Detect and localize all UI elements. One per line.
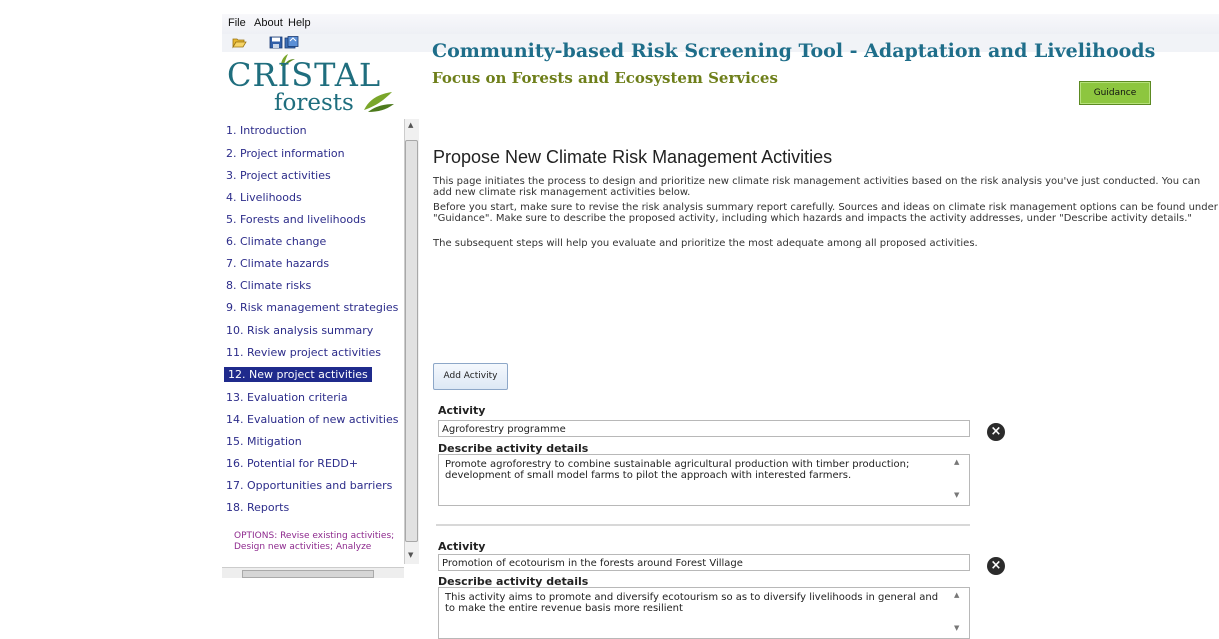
menu-help[interactable]: Help (288, 17, 311, 29)
page-title: Community-based Risk Screening Tool - Ad… (432, 40, 1156, 62)
sidebar-item-evaluation-criteria[interactable]: 13. Evaluation criteria (226, 391, 348, 404)
delete-activity-icon[interactable]: × (987, 557, 1005, 575)
options-text-line1: OPTIONS: Revise existing activities; (234, 531, 395, 541)
sidebar-item-project-activities[interactable]: 3. Project activities (226, 169, 331, 182)
main-content: Propose New Climate Risk Management Acti… (422, 120, 1219, 639)
menu-file[interactable]: File (228, 17, 246, 29)
sidebar-item-opportunities-and-barriers[interactable]: 17. Opportunities and barriers (226, 479, 392, 492)
sidebar-item-forests-and-livelihoods[interactable]: 5. Forests and livelihoods (226, 213, 366, 226)
sidebar-item-climate-risks[interactable]: 8. Climate risks (226, 279, 311, 292)
menu-about[interactable]: About (254, 17, 283, 29)
add-activity-button[interactable]: Add Activity (433, 363, 508, 390)
sidebar-item-climate-hazards[interactable]: 7. Climate hazards (226, 257, 329, 270)
textarea-scrollbar[interactable]: ▲ ▼ (954, 457, 966, 503)
app-window: File About Help CRISTAL forests Communit… (222, 14, 1219, 639)
logo-cristal: CRISTAL (227, 56, 382, 94)
sidebar-item-project-information[interactable]: 2. Project information (226, 147, 345, 160)
sidebar-item-evaluation-of-new-activities[interactable]: 14. Evaluation of new activities (226, 413, 398, 426)
activity-details-textarea[interactable]: Promote agroforestry to combine sustaina… (438, 454, 970, 506)
logo-leaves-icon (364, 92, 394, 112)
sidebar-item-risk-management-strategies[interactable]: 9. Risk management strategies (226, 301, 398, 314)
sidebar-item-potential-for-redd[interactable]: 16. Potential for REDD+ (226, 457, 358, 470)
sidebar-item-new-project-activities[interactable]: 12. New project activities (224, 367, 372, 382)
sidebar-item-livelihoods[interactable]: 4. Livelihoods (226, 191, 302, 204)
scroll-down-icon[interactable]: ▼ (408, 551, 413, 559)
sidebar-item-reports[interactable]: 18. Reports (226, 501, 289, 514)
page-subtitle: Focus on Forests and Ecosystem Services (432, 69, 778, 87)
activity-name-input[interactable]: Agroforestry programme (438, 420, 970, 437)
scroll-up-icon[interactable]: ▲ (408, 121, 413, 129)
textarea-scrollbar[interactable]: ▲ ▼ (954, 590, 966, 636)
activity-label: Activity (438, 404, 486, 417)
folder-open-icon[interactable] (232, 36, 247, 49)
sidebar-item-risk-analysis-summary[interactable]: 10. Risk analysis summary (226, 324, 373, 337)
delete-activity-icon[interactable]: × (987, 423, 1005, 441)
section-heading: Propose New Climate Risk Management Acti… (433, 147, 833, 167)
sidebar-scrollbar-thumb[interactable] (405, 140, 418, 542)
activity-separator (436, 524, 970, 526)
horizontal-scroll-thumb[interactable] (242, 570, 374, 578)
sidebar-nav: 1. Introduction 2. Project information 3… (222, 120, 404, 563)
sidebar-item-mitigation[interactable]: 15. Mitigation (226, 435, 302, 448)
sidebar-horizontal-scrollbar[interactable] (222, 567, 404, 578)
options-text-line2: Design new activities; Analyze (234, 542, 372, 552)
logo-forests: forests (274, 90, 354, 116)
activity-details-text: This activity aims to promote and divers… (445, 592, 939, 614)
save-icon[interactable] (269, 36, 284, 49)
intro-paragraph: This page initiates the process to desig… (433, 176, 1201, 198)
menu-bar: File About Help (222, 14, 1219, 34)
sidebar-item-introduction[interactable]: 1. Introduction (226, 124, 307, 137)
sidebar-item-review-project-activities[interactable]: 11. Review project activities (226, 346, 381, 359)
instructions-paragraph: Before you start, make sure to revise th… (433, 202, 1218, 224)
activity-details-text: Promote agroforestry to combine sustaina… (445, 459, 910, 481)
activity-label: Activity (438, 540, 486, 553)
guidance-button[interactable]: Guidance (1079, 81, 1151, 105)
save-all-icon[interactable] (284, 36, 299, 49)
activity-details-textarea[interactable]: This activity aims to promote and divers… (438, 587, 970, 639)
sidebar-item-climate-change[interactable]: 6. Climate change (226, 235, 326, 248)
next-steps-paragraph: The subsequent steps will help you evalu… (433, 238, 978, 249)
